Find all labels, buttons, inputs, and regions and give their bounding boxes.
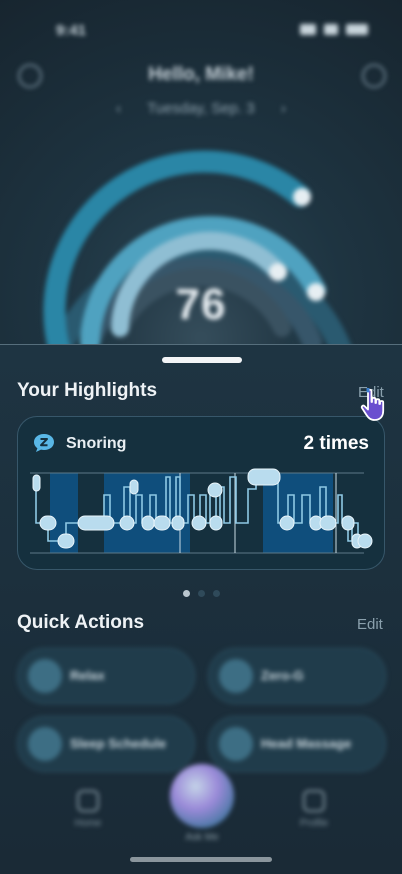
- head-massage-icon: [219, 727, 253, 761]
- highlight-card-snoring[interactable]: Snoring 2 times: [17, 416, 385, 570]
- quick-action-label: Head Massage: [261, 736, 352, 751]
- page-dot-active[interactable]: [182, 590, 190, 597]
- snore-pill: [279, 515, 295, 531]
- gauge-knob-outer: [293, 188, 311, 206]
- snore-pill: [357, 533, 373, 549]
- quick-actions-edit-button[interactable]: Edit: [357, 616, 383, 633]
- highlight-label: Snoring: [66, 435, 127, 452]
- assistant-orb-label: Ask Me: [185, 832, 219, 843]
- zero-g-icon: [219, 659, 253, 693]
- home-indicator[interactable]: [130, 857, 272, 862]
- quick-action-sleep-schedule[interactable]: Sleep Schedule: [17, 716, 195, 772]
- nav-profile-label: Profile: [299, 818, 329, 829]
- snore-pill: [32, 474, 41, 492]
- quick-action-head-massage[interactable]: Head Massage: [208, 716, 386, 772]
- quick-action-relax[interactable]: Relax: [17, 648, 195, 704]
- nav-home[interactable]: Home: [68, 790, 108, 829]
- snore-pill: [207, 482, 223, 498]
- snore-pill: [341, 515, 355, 531]
- date-selector: ‹ Tuesday, Sep. 3 ›: [0, 100, 402, 117]
- next-day-icon[interactable]: ›: [281, 100, 286, 117]
- status-icons: [300, 24, 368, 35]
- prev-day-icon[interactable]: ‹: [116, 100, 121, 117]
- snore-pill: [247, 468, 281, 486]
- status-bar: 9:41: [0, 22, 402, 42]
- battery-icon: [346, 24, 368, 35]
- snore-pill: [57, 533, 75, 549]
- sleep-score-value: 76: [175, 280, 227, 329]
- sheet-grabber[interactable]: [162, 357, 242, 363]
- quick-action-label: Relax: [70, 668, 105, 683]
- quick-action-label: Zero-G: [261, 668, 304, 683]
- home-icon: [77, 790, 99, 812]
- snore-pill: [153, 515, 171, 531]
- quick-action-zero-g[interactable]: Zero-G: [208, 648, 386, 704]
- highlights-title: Your Highlights: [17, 380, 158, 401]
- highlight-value: 2 times: [303, 433, 369, 454]
- snore-pill: [129, 479, 139, 495]
- sleep-schedule-icon: [28, 727, 62, 761]
- snore-pill: [119, 515, 135, 531]
- signal-icon: [300, 24, 316, 35]
- status-time: 9:41: [56, 22, 87, 39]
- page-dot[interactable]: [212, 590, 220, 597]
- snore-pill: [209, 515, 223, 531]
- snore-pill: [191, 515, 207, 531]
- nav-home-label: Home: [74, 818, 102, 829]
- nav-profile[interactable]: Profile: [294, 790, 334, 829]
- highlights-page-indicator[interactable]: [0, 584, 402, 602]
- quick-actions-title: Quick Actions: [17, 612, 145, 633]
- gauge-knob-inner: [269, 263, 287, 281]
- snore-pill: [141, 515, 155, 531]
- chart-band: [104, 473, 190, 553]
- relax-icon: [28, 659, 62, 693]
- wifi-icon: [324, 24, 338, 35]
- snore-pill: [171, 515, 185, 531]
- page-dot[interactable]: [197, 590, 205, 597]
- quick-action-label: Sleep Schedule: [70, 736, 167, 751]
- snoring-timeline-chart: [30, 468, 373, 554]
- hand-pointer-icon: [360, 388, 385, 421]
- profile-icon: [303, 790, 325, 812]
- snore-pill: [39, 515, 57, 531]
- sheet-edge-line: [0, 344, 402, 345]
- snore-pill: [319, 515, 337, 531]
- assistant-orb-button[interactable]: [170, 764, 234, 828]
- greeting-text: Hello, Mike!: [148, 64, 254, 85]
- snoring-icon: [34, 434, 54, 452]
- snore-pill: [77, 515, 115, 531]
- date-label: Tuesday, Sep. 3: [147, 100, 255, 117]
